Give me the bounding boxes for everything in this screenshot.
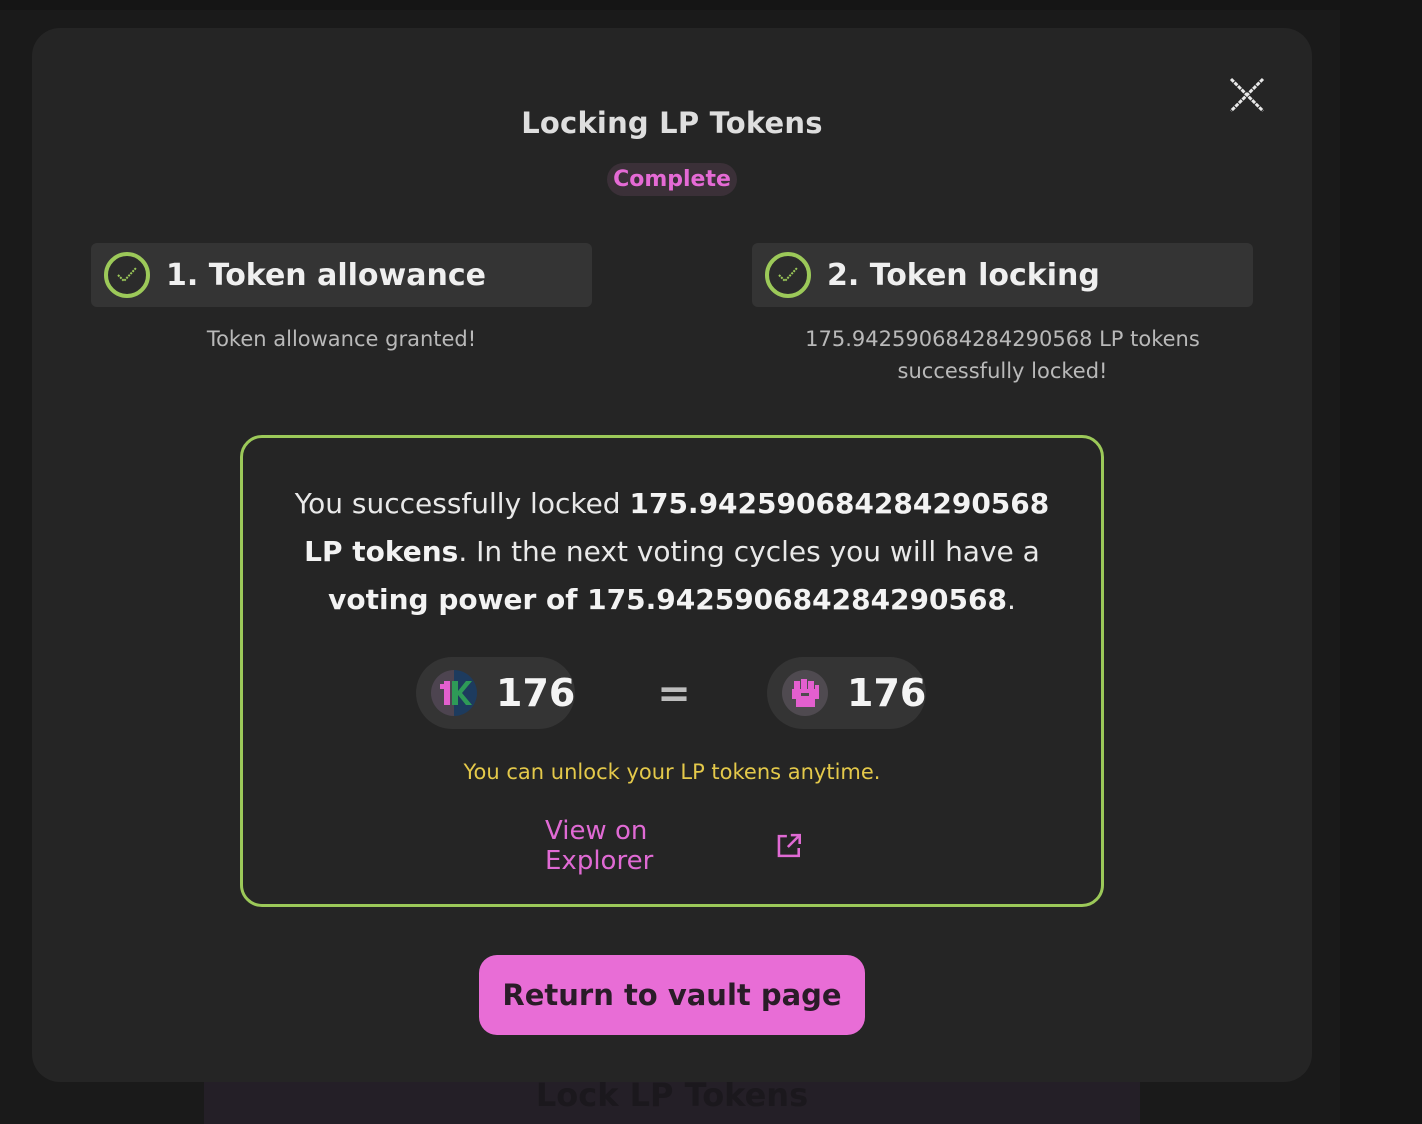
close-button[interactable] <box>1228 76 1266 114</box>
unlock-note: You can unlock your LP tokens anytime. <box>463 760 881 784</box>
voting-power: voting power of 175.942590684284290568 <box>328 583 1007 616</box>
voting-power-fist-icon <box>781 669 829 717</box>
step-token-allowance: 1. Token allowance <box>91 243 592 307</box>
return-to-vault-button[interactable]: Return to vault page <box>479 955 865 1035</box>
explorer-link-label: View on Explorer <box>545 816 654 876</box>
lp-token-value: 176 <box>496 671 576 715</box>
lp-token-icon <box>430 669 478 717</box>
status-badge: Complete <box>607 163 737 196</box>
step-description: Token allowance granted! <box>206 327 477 351</box>
view-on-explorer-link[interactable]: View on Explorer <box>545 816 803 876</box>
step-token-locking: 2. Token locking <box>752 243 1253 307</box>
locking-modal: Locking LP Tokens Complete 1. Token allo… <box>32 28 1312 1082</box>
equals-sign: = <box>657 671 691 717</box>
step-description: 175.942590684284290568 LP tokens success… <box>805 327 1200 383</box>
close-icon <box>1229 77 1265 113</box>
check-circle-icon <box>103 251 151 299</box>
check-circle-icon <box>764 251 812 299</box>
success-card: You successfully locked 175.942590684284… <box>240 435 1104 907</box>
step-label: 1. Token allowance <box>166 257 486 293</box>
success-message: You successfully locked 175.942590684284… <box>294 487 1050 616</box>
step-label: 2. Token locking <box>827 257 1100 293</box>
voting-power-value: 176 <box>847 671 927 715</box>
lp-token-amount: 176 <box>416 657 575 729</box>
modal-title: Locking LP Tokens <box>521 106 823 140</box>
voting-power-amount: 176 <box>767 657 926 729</box>
external-link-icon <box>777 833 802 858</box>
